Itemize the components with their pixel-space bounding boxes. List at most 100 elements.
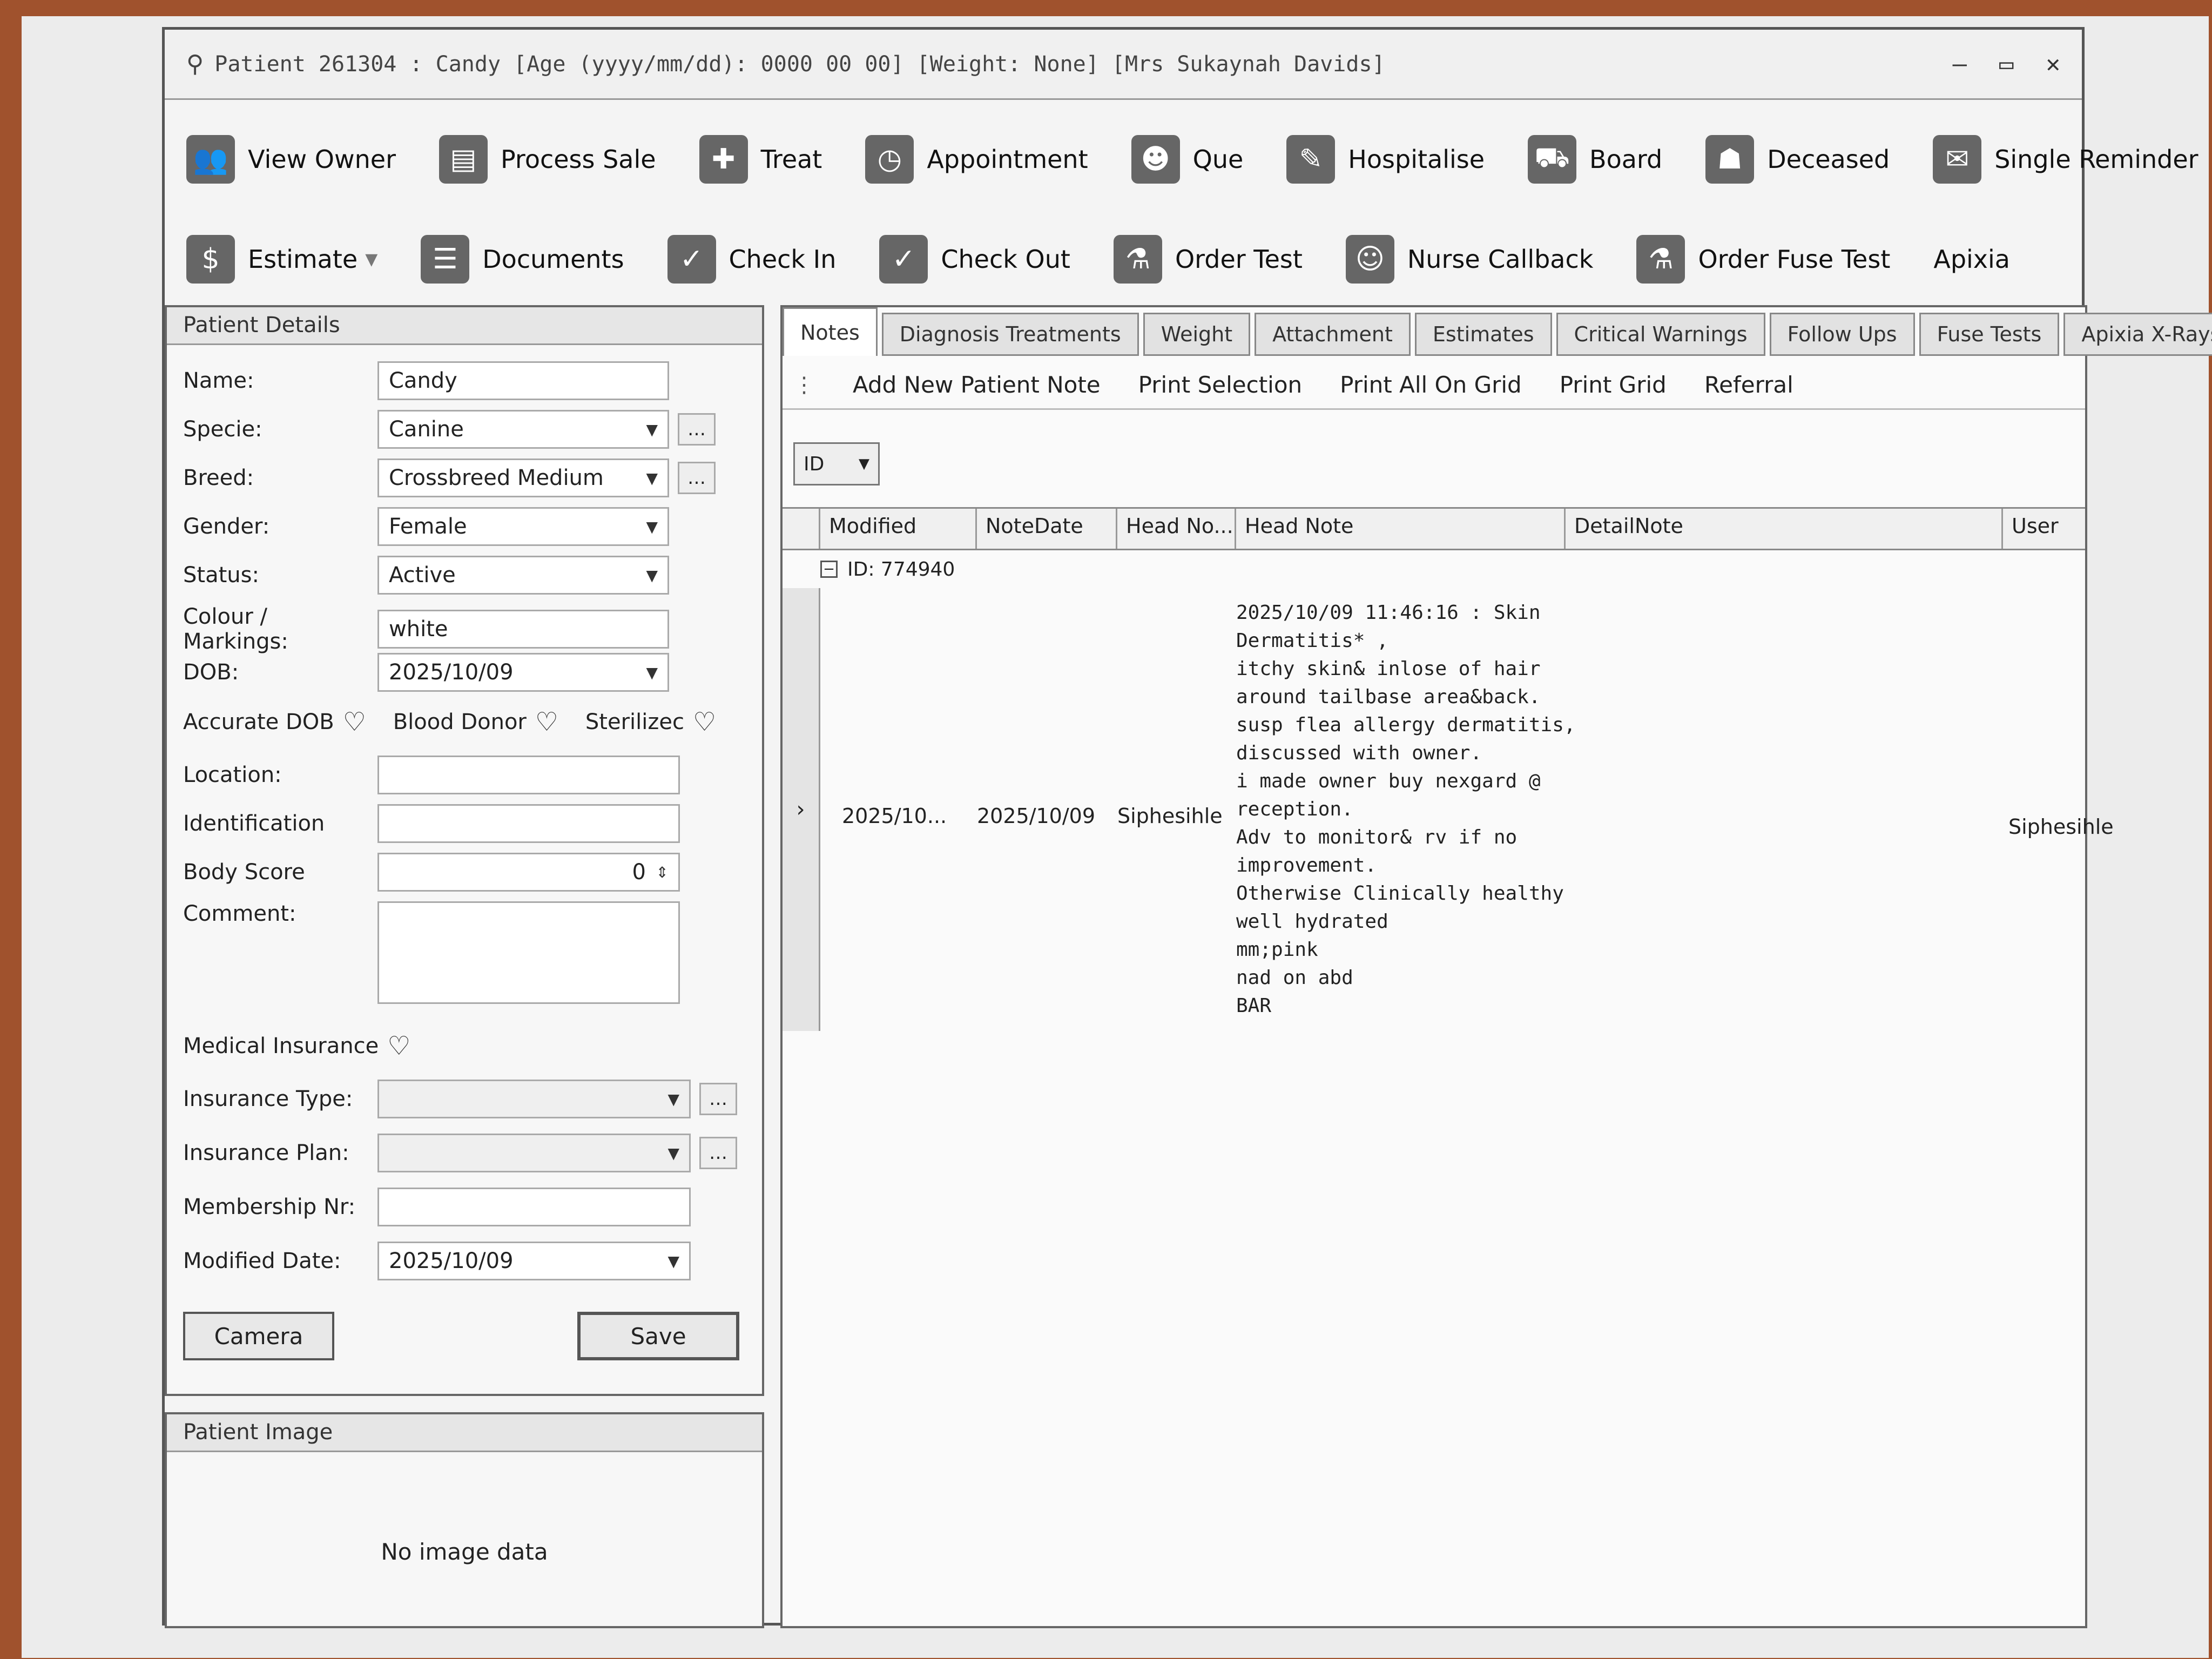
tab-weight[interactable]: Weight (1143, 313, 1251, 356)
single-reminder-button[interactable]: ✉ Single Reminder (1933, 135, 2198, 184)
insurance-plan-select[interactable]: ▼ (377, 1134, 691, 1172)
insurance-plan-label: Insurance Plan: (183, 1141, 349, 1165)
location-label: Location: (183, 763, 282, 787)
body-score-stepper[interactable]: 0 ⇕ (377, 853, 680, 892)
patient-image-panel: Patient Image No image data (165, 1412, 764, 1628)
comment-textarea[interactable] (377, 901, 680, 1004)
referral-button[interactable]: Referral (1704, 372, 1793, 398)
heart-checkbox-icon: ♡ (535, 707, 558, 737)
check-in-button[interactable]: ✓ Check In (667, 235, 836, 284)
tab-diagnosis-treatments[interactable]: Diagnosis Treatments (881, 313, 1139, 356)
add-new-patient-note-button[interactable]: Add New Patient Note (853, 372, 1101, 398)
chevron-down-icon: ▼ (667, 1090, 679, 1108)
hospitalise-button[interactable]: ✎ Hospitalise (1286, 135, 1485, 184)
accurate-dob-checkbox[interactable]: Accurate DOB ♡ (183, 707, 366, 737)
window-title: Patient 261304 : Candy [Age (yyyy/mm/dd)… (214, 51, 1385, 77)
tab-notes[interactable]: Notes (783, 307, 878, 356)
tab-follow-ups[interactable]: Follow Ups (1769, 313, 1915, 356)
deceased-button[interactable]: ☗ Deceased (1705, 135, 1890, 184)
gender-select[interactable]: Female ▼ (377, 507, 669, 546)
group-row[interactable]: − ID: 774940 (783, 550, 2085, 588)
order-fuse-test-button[interactable]: ⚗ Order Fuse Test (1636, 235, 1890, 284)
print-all-on-grid-button[interactable]: Print All On Grid (1340, 372, 1522, 398)
column-modified[interactable]: Modified (820, 509, 977, 549)
chevron-down-icon[interactable]: ▼ (365, 250, 377, 269)
check-out-button[interactable]: ✓ Check Out (879, 235, 1070, 284)
group-by-select[interactable]: ID ▼ (793, 442, 880, 485)
column-head-note[interactable]: Head Note (1236, 509, 1566, 549)
insurance-plan-more-button[interactable]: … (699, 1137, 737, 1169)
nurse-callback-button[interactable]: ☺ Nurse Callback (1345, 235, 1593, 284)
status-label: Status: (183, 563, 259, 588)
row-selector-header (783, 509, 820, 549)
board-button[interactable]: ⛟ Board (1528, 135, 1662, 184)
specie-select[interactable]: Canine ▼ (377, 410, 669, 449)
breed-select[interactable]: Crossbreed Medium ▼ (377, 458, 669, 497)
sterilized-checkbox[interactable]: Sterilizec ♡ (585, 707, 716, 737)
heart-checkbox-icon: ♡ (342, 707, 366, 737)
insurance-type-select[interactable]: ▼ (377, 1080, 691, 1118)
camera-button[interactable]: Camera (183, 1312, 334, 1360)
medical-insurance-checkbox[interactable]: Medical Insurance ♡ (183, 1031, 410, 1061)
column-user[interactable]: User (2003, 509, 2085, 549)
tab-attachment[interactable]: Attachment (1255, 313, 1411, 356)
column-head-no[interactable]: Head No... (1117, 509, 1236, 549)
column-notedate[interactable]: NoteDate (977, 509, 1117, 549)
chevron-down-icon: ▼ (646, 469, 658, 487)
tab-fuse-tests[interactable]: Fuse Tests (1919, 313, 2060, 356)
view-owner-button[interactable]: 👥 View Owner (186, 135, 396, 184)
identification-field[interactable] (377, 804, 680, 843)
minimize-icon[interactable]: – (1953, 50, 1967, 78)
spinner-icon[interactable]: ⇕ (656, 864, 669, 881)
close-icon[interactable]: ✕ (2046, 50, 2061, 78)
blood-donor-checkbox[interactable]: Blood Donor ♡ (393, 707, 558, 737)
save-button[interactable]: Save (577, 1312, 739, 1360)
order-test-button[interactable]: ⚗ Order Test (1113, 235, 1303, 284)
name-label: Name: (183, 368, 254, 393)
process-sale-button[interactable]: ▤ Process Sale (439, 135, 656, 184)
insurance-type-more-button[interactable]: … (699, 1083, 737, 1115)
maximize-icon[interactable]: ▭ (1999, 50, 2014, 78)
title-bar: ⚲ Patient 261304 : Candy [Age (yyyy/mm/d… (165, 30, 2082, 100)
print-selection-button[interactable]: Print Selection (1138, 372, 1303, 398)
medical-insurance-row: Medical Insurance ♡ (183, 1031, 437, 1061)
insurance-type-row: Insurance Type: ▼ … (183, 1080, 737, 1118)
modified-date-picker[interactable]: 2025/10/09 ▼ (377, 1242, 691, 1280)
tab-critical-warnings[interactable]: Critical Warnings (1556, 313, 1765, 356)
tab-estimates[interactable]: Estimates (1414, 313, 1552, 356)
membership-row: Membership Nr: (183, 1188, 691, 1226)
person-icon: ☗ (1705, 135, 1755, 184)
specie-row: Specie: Canine ▼ … (183, 410, 716, 449)
group-label: ID: 774940 (847, 558, 955, 581)
chevron-down-icon: ▼ (646, 420, 658, 439)
status-select[interactable]: Active ▼ (377, 556, 669, 595)
tab-apixia-x-rays[interactable]: Apixia X-Rays (2063, 313, 2212, 356)
apixia-button[interactable]: Apixia (1933, 245, 2010, 274)
colour-field[interactable]: white (377, 610, 669, 649)
que-button[interactable]: ☻ Que (1131, 135, 1243, 184)
membership-field[interactable] (377, 1188, 691, 1226)
name-field[interactable]: Candy (377, 361, 669, 400)
documents-button[interactable]: ☰ Documents (421, 235, 624, 284)
colour-row: Colour / Markings: white (183, 604, 669, 654)
table-row[interactable]: › 2025/10... 2025/10/09 Siphesihle 2025/… (783, 588, 2114, 1031)
check-out-icon: ✓ (879, 235, 928, 284)
print-grid-button[interactable]: Print Grid (1560, 372, 1667, 398)
location-field[interactable] (377, 756, 680, 794)
breed-more-button[interactable]: … (678, 462, 716, 494)
collapse-icon[interactable]: − (820, 561, 838, 578)
patient-image-header: Patient Image (167, 1414, 762, 1452)
treat-button[interactable]: ✚ Treat (699, 135, 822, 184)
estimate-button[interactable]: $ Estimate ▼ (186, 235, 377, 284)
chevron-down-icon: ▼ (646, 663, 658, 682)
appointment-button[interactable]: ◷ Appointment (865, 135, 1088, 184)
modified-date-row: Modified Date: 2025/10/09 ▼ (183, 1242, 691, 1280)
location-row: Location: (183, 756, 680, 794)
dob-picker[interactable]: 2025/10/09 ▼ (377, 653, 669, 692)
grid-header: Modified NoteDate Head No... Head Note D… (783, 507, 2085, 550)
bandage-icon: ✎ (1286, 135, 1336, 184)
specie-more-button[interactable]: … (678, 413, 716, 446)
doctor-icon: ✚ (699, 135, 748, 184)
column-detailnote[interactable]: DetailNote (1566, 509, 2003, 549)
gender-row: Gender: Female ▼ (183, 507, 669, 546)
